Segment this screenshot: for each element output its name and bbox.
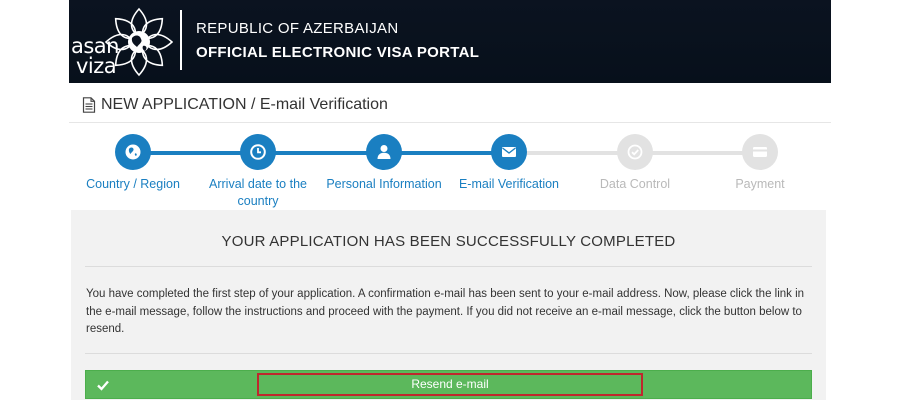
globe-icon: [125, 144, 141, 160]
page-heading: NEW APPLICATION / E-mail Verification: [82, 96, 388, 114]
clock-icon: [250, 144, 266, 160]
user-icon: [377, 145, 391, 159]
panel-divider: [85, 353, 812, 354]
step-label: E-mail Verification: [458, 177, 560, 191]
resend-email-bar[interactable]: Resend e-mail: [85, 370, 812, 399]
step-email-verification[interactable]: E-mail Verification: [439, 134, 579, 193]
credit-card-icon: [753, 147, 767, 157]
header-divider: [180, 10, 182, 70]
step-label: Personal Information: [326, 177, 442, 191]
heading-divider: [69, 122, 831, 123]
step-label: Country / Region: [86, 177, 180, 191]
check-icon: [97, 380, 109, 391]
panel-title: YOUR APPLICATION HAS BEEN SUCCESSFULLY C…: [221, 233, 676, 250]
progress-stepper: Country / Region Arrival date to the cou…: [69, 130, 831, 210]
step-personal-information[interactable]: Personal Information: [314, 134, 454, 193]
logo-text-line2: viza: [76, 54, 117, 78]
asan-viza-logo[interactable]: asan viza: [69, 6, 173, 78]
panel-divider: [85, 266, 812, 267]
step-data-control: Data Control: [565, 134, 705, 193]
document-icon: [82, 97, 96, 113]
step-label: Payment: [735, 177, 785, 191]
step-payment: Payment: [690, 134, 830, 193]
page-title: NEW APPLICATION / E-mail Verification: [101, 96, 388, 113]
step-label: Data Control: [599, 177, 671, 191]
header-subtitle: REPUBLIC OF AZERBAIJAN: [196, 20, 399, 37]
step-arrival-date[interactable]: Arrival date to the country: [188, 134, 328, 210]
confirmation-message: You have completed the first step of you…: [86, 288, 805, 335]
step-label: Arrival date to the country: [209, 177, 307, 208]
site-header: asan viza REPUBLIC OF AZERBAIJAN OFFICIA…: [69, 0, 831, 83]
header-title: OFFICIAL ELECTRONIC VISA PORTAL: [196, 44, 480, 61]
resend-email-button[interactable]: Resend e-mail: [257, 373, 643, 396]
step-country-region[interactable]: Country / Region: [63, 134, 203, 193]
envelope-icon: [502, 147, 516, 157]
check-circle-icon: [627, 144, 643, 160]
